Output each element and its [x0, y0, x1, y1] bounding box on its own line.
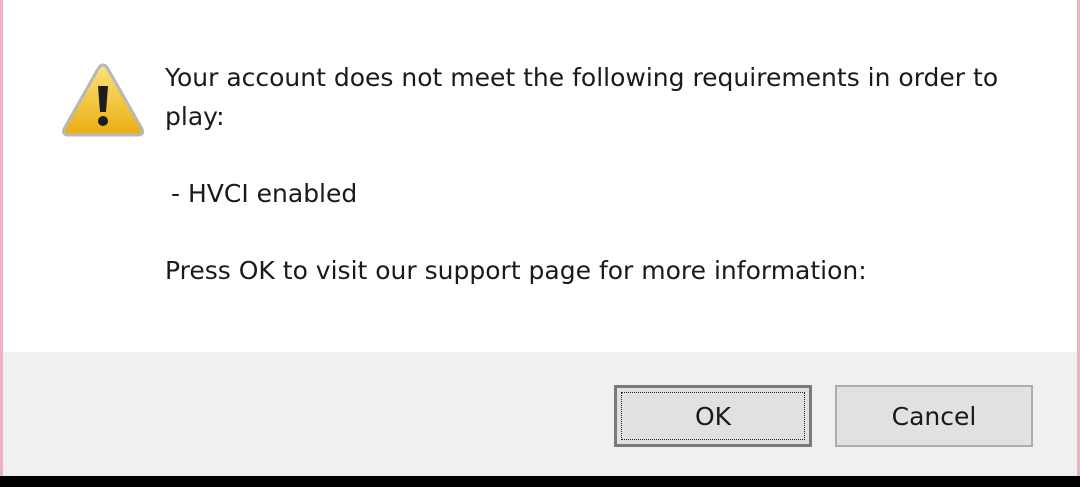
ok-button[interactable]: OK — [614, 385, 812, 447]
warning-icon — [61, 63, 145, 137]
support-info-text: Press OK to visit our support page for m… — [165, 256, 867, 285]
cancel-button[interactable]: Cancel — [835, 385, 1033, 447]
message-line-1: Your account does not meet the following… — [165, 63, 999, 92]
cancel-button-label: Cancel — [891, 401, 977, 431]
message-dialog: Your account does not meet the following… — [0, 0, 1080, 476]
requirement-item: - HVCI enabled — [171, 179, 358, 208]
ok-button-label: OK — [694, 401, 732, 431]
button-bar: OK Cancel — [3, 352, 1077, 476]
dialog-content: Your account does not meet the following… — [3, 0, 1077, 352]
message-text: Your account does not meet the following… — [165, 58, 1045, 136]
message-line-2: play: — [165, 102, 225, 131]
